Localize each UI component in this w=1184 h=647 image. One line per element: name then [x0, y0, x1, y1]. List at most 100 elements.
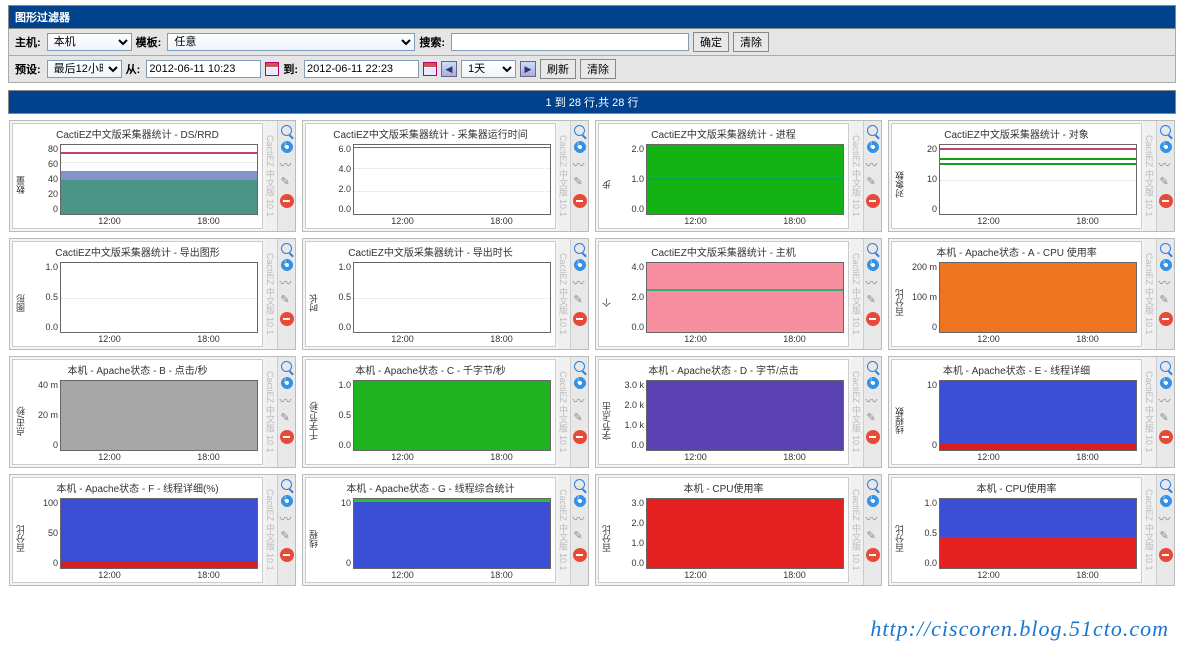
- zoom-icon[interactable]: [1160, 125, 1171, 136]
- download-csv-icon[interactable]: [1159, 140, 1173, 154]
- chart-plot[interactable]: [60, 498, 258, 569]
- edit-icon[interactable]: [280, 412, 294, 426]
- chart-plot[interactable]: [939, 144, 1137, 215]
- stop-icon[interactable]: [573, 312, 587, 326]
- zoom-icon[interactable]: [281, 479, 292, 490]
- stop-icon[interactable]: [866, 548, 880, 562]
- preset-select[interactable]: 最后12小时: [47, 60, 122, 78]
- download-csv-icon[interactable]: [866, 494, 880, 508]
- template-select[interactable]: 任意: [167, 33, 415, 51]
- realtime-icon[interactable]: [1159, 512, 1173, 526]
- calendar-from-icon[interactable]: [265, 62, 279, 76]
- chart-plot[interactable]: [353, 262, 551, 333]
- chart-plot[interactable]: [353, 144, 551, 215]
- realtime-icon[interactable]: [280, 276, 294, 290]
- edit-icon[interactable]: [866, 176, 880, 190]
- zoom-icon[interactable]: [1160, 243, 1171, 254]
- chart-plot[interactable]: [939, 498, 1137, 569]
- chart-plot[interactable]: [60, 380, 258, 451]
- chart-plot[interactable]: [646, 498, 844, 569]
- to-input[interactable]: [304, 60, 419, 78]
- stop-icon[interactable]: [573, 194, 587, 208]
- download-csv-icon[interactable]: [1159, 494, 1173, 508]
- chart-plot[interactable]: [939, 380, 1137, 451]
- realtime-icon[interactable]: [573, 512, 587, 526]
- realtime-icon[interactable]: [866, 158, 880, 172]
- clear-button[interactable]: 清除: [733, 32, 769, 52]
- chart-plot[interactable]: [646, 144, 844, 215]
- download-csv-icon[interactable]: [866, 140, 880, 154]
- chart-plot[interactable]: [353, 380, 551, 451]
- chart-plot[interactable]: [60, 144, 258, 215]
- shift-left-button[interactable]: ◀: [441, 61, 457, 77]
- realtime-icon[interactable]: [280, 512, 294, 526]
- realtime-icon[interactable]: [1159, 394, 1173, 408]
- zoom-icon[interactable]: [281, 361, 292, 372]
- edit-icon[interactable]: [866, 412, 880, 426]
- edit-icon[interactable]: [280, 294, 294, 308]
- download-csv-icon[interactable]: [280, 140, 294, 154]
- refresh-button[interactable]: 刷新: [540, 59, 576, 79]
- realtime-icon[interactable]: [573, 158, 587, 172]
- edit-icon[interactable]: [866, 530, 880, 544]
- stop-icon[interactable]: [573, 430, 587, 444]
- edit-icon[interactable]: [573, 294, 587, 308]
- realtime-icon[interactable]: [280, 394, 294, 408]
- edit-icon[interactable]: [280, 176, 294, 190]
- edit-icon[interactable]: [1159, 412, 1173, 426]
- edit-icon[interactable]: [1159, 294, 1173, 308]
- download-csv-icon[interactable]: [280, 376, 294, 390]
- realtime-icon[interactable]: [866, 394, 880, 408]
- realtime-icon[interactable]: [866, 512, 880, 526]
- edit-icon[interactable]: [1159, 176, 1173, 190]
- edit-icon[interactable]: [573, 530, 587, 544]
- download-csv-icon[interactable]: [1159, 258, 1173, 272]
- realtime-icon[interactable]: [573, 394, 587, 408]
- realtime-icon[interactable]: [1159, 158, 1173, 172]
- realtime-icon[interactable]: [280, 158, 294, 172]
- chart-plot[interactable]: [646, 380, 844, 451]
- edit-icon[interactable]: [573, 412, 587, 426]
- download-csv-icon[interactable]: [573, 258, 587, 272]
- stop-icon[interactable]: [866, 194, 880, 208]
- stop-icon[interactable]: [1159, 430, 1173, 444]
- stop-icon[interactable]: [280, 194, 294, 208]
- stop-icon[interactable]: [866, 312, 880, 326]
- download-csv-icon[interactable]: [573, 494, 587, 508]
- zoom-icon[interactable]: [1160, 361, 1171, 372]
- zoom-icon[interactable]: [574, 361, 585, 372]
- realtime-icon[interactable]: [1159, 276, 1173, 290]
- download-csv-icon[interactable]: [280, 258, 294, 272]
- download-csv-icon[interactable]: [573, 140, 587, 154]
- zoom-icon[interactable]: [574, 479, 585, 490]
- zoom-icon[interactable]: [867, 479, 878, 490]
- stop-icon[interactable]: [866, 430, 880, 444]
- from-input[interactable]: [146, 60, 261, 78]
- zoom-icon[interactable]: [574, 243, 585, 254]
- zoom-icon[interactable]: [281, 243, 292, 254]
- zoom-icon[interactable]: [281, 125, 292, 136]
- download-csv-icon[interactable]: [573, 376, 587, 390]
- stop-icon[interactable]: [1159, 194, 1173, 208]
- realtime-icon[interactable]: [573, 276, 587, 290]
- chart-plot[interactable]: [60, 262, 258, 333]
- edit-icon[interactable]: [1159, 530, 1173, 544]
- stop-icon[interactable]: [280, 430, 294, 444]
- chart-plot[interactable]: [353, 498, 551, 569]
- stop-icon[interactable]: [573, 548, 587, 562]
- download-csv-icon[interactable]: [280, 494, 294, 508]
- zoom-icon[interactable]: [574, 125, 585, 136]
- stop-icon[interactable]: [280, 548, 294, 562]
- zoom-icon[interactable]: [1160, 479, 1171, 490]
- host-select[interactable]: 本机: [47, 33, 132, 51]
- shift-right-button[interactable]: ▶: [520, 61, 536, 77]
- calendar-to-icon[interactable]: [423, 62, 437, 76]
- search-input[interactable]: [451, 33, 689, 51]
- stop-icon[interactable]: [1159, 548, 1173, 562]
- step-select[interactable]: 1天: [461, 60, 516, 78]
- clear2-button[interactable]: 清除: [580, 59, 616, 79]
- stop-icon[interactable]: [280, 312, 294, 326]
- zoom-icon[interactable]: [867, 361, 878, 372]
- zoom-icon[interactable]: [867, 243, 878, 254]
- edit-icon[interactable]: [866, 294, 880, 308]
